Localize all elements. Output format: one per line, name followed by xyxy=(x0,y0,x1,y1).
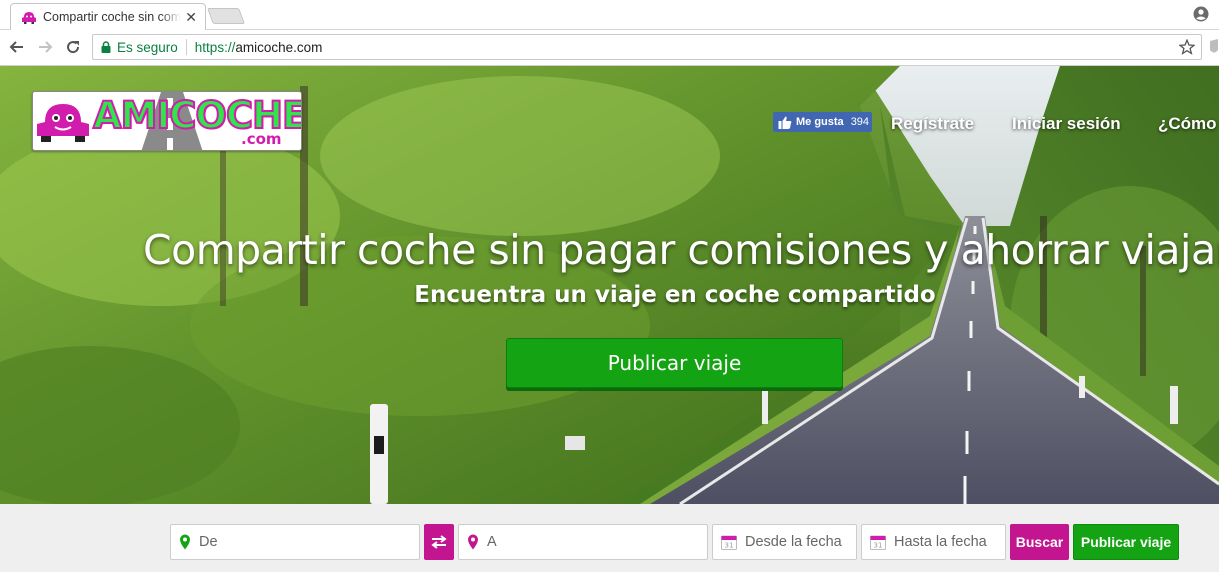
shield-extension-icon[interactable] xyxy=(1209,38,1219,56)
lock-icon xyxy=(101,41,111,53)
omnibox-divider xyxy=(185,39,187,55)
site-logo[interactable]: AMICOCHE .com xyxy=(32,91,302,151)
swap-arrows-icon xyxy=(431,535,447,549)
address-bar[interactable]: Es seguro https://amicoche.com xyxy=(92,34,1202,60)
profile-icon[interactable] xyxy=(1193,6,1209,22)
facebook-like-button[interactable]: Me gusta 394 xyxy=(773,112,872,132)
origin-input[interactable] xyxy=(199,534,419,550)
logo-suffix: .com xyxy=(241,130,282,148)
map-pin-icon xyxy=(180,534,190,550)
calendar-icon: 31 xyxy=(870,535,886,550)
search-button[interactable]: Buscar xyxy=(1010,524,1069,560)
back-button[interactable] xyxy=(6,36,28,58)
trip-search-bar: 31 31 Buscar Publicar viaje xyxy=(0,504,1219,572)
url-protocol: https:// xyxy=(194,39,236,55)
new-tab-button[interactable] xyxy=(207,8,245,24)
swap-locations-button[interactable] xyxy=(424,524,454,560)
forward-button[interactable] xyxy=(34,36,56,58)
date-from-input[interactable] xyxy=(745,534,856,550)
reload-icon xyxy=(67,41,80,54)
destination-field[interactable] xyxy=(458,524,708,560)
close-icon[interactable]: ✕ xyxy=(185,9,197,26)
nav-register-link[interactable]: Regístrate xyxy=(891,114,974,134)
fb-like-label: Me gusta xyxy=(796,116,844,128)
back-arrow-icon xyxy=(9,41,23,53)
nav-how-link[interactable]: ¿Cómo xyxy=(1158,114,1217,134)
browser-tab-bar: Compartir coche sin comisiones ✕ xyxy=(0,0,1219,30)
svg-text:31: 31 xyxy=(725,542,734,550)
calendar-icon: 31 xyxy=(721,535,737,550)
forward-arrow-icon xyxy=(39,41,53,53)
browser-tab[interactable]: Compartir coche sin comisiones ✕ xyxy=(10,3,206,30)
star-icon[interactable] xyxy=(1179,39,1195,55)
origin-field[interactable] xyxy=(170,524,420,560)
reload-button[interactable] xyxy=(62,36,84,58)
hero-section: AMICOCHE .com Me gusta 394 Regístrate In… xyxy=(0,66,1219,504)
browser-toolbar: Es seguro https://amicoche.com xyxy=(0,30,1219,66)
fb-like-count: 394 xyxy=(850,116,870,128)
hero-subtitle: Encuentra un viaje en coche compartido xyxy=(414,282,936,308)
tab-title: Compartir coche sin comisiones xyxy=(43,10,182,24)
date-to-input[interactable] xyxy=(894,534,1005,550)
car-favicon-icon xyxy=(22,12,36,24)
secure-label: Es seguro xyxy=(117,39,178,55)
map-pin-icon xyxy=(468,534,478,550)
hero-publish-trip-button[interactable]: Publicar viaje xyxy=(506,338,843,388)
date-from-field[interactable]: 31 xyxy=(712,524,857,560)
date-to-field[interactable]: 31 xyxy=(861,524,1006,560)
car-mascot-icon xyxy=(37,104,89,142)
publish-trip-button[interactable]: Publicar viaje xyxy=(1073,524,1179,560)
nav-login-link[interactable]: Iniciar sesión xyxy=(1012,114,1121,134)
hero-title: Compartir coche sin pagar comisiones y a… xyxy=(143,226,1219,274)
thumbs-up-icon xyxy=(778,116,792,129)
destination-input[interactable] xyxy=(487,534,707,550)
svg-text:31: 31 xyxy=(874,542,883,550)
url-host: amicoche.com xyxy=(235,39,323,55)
